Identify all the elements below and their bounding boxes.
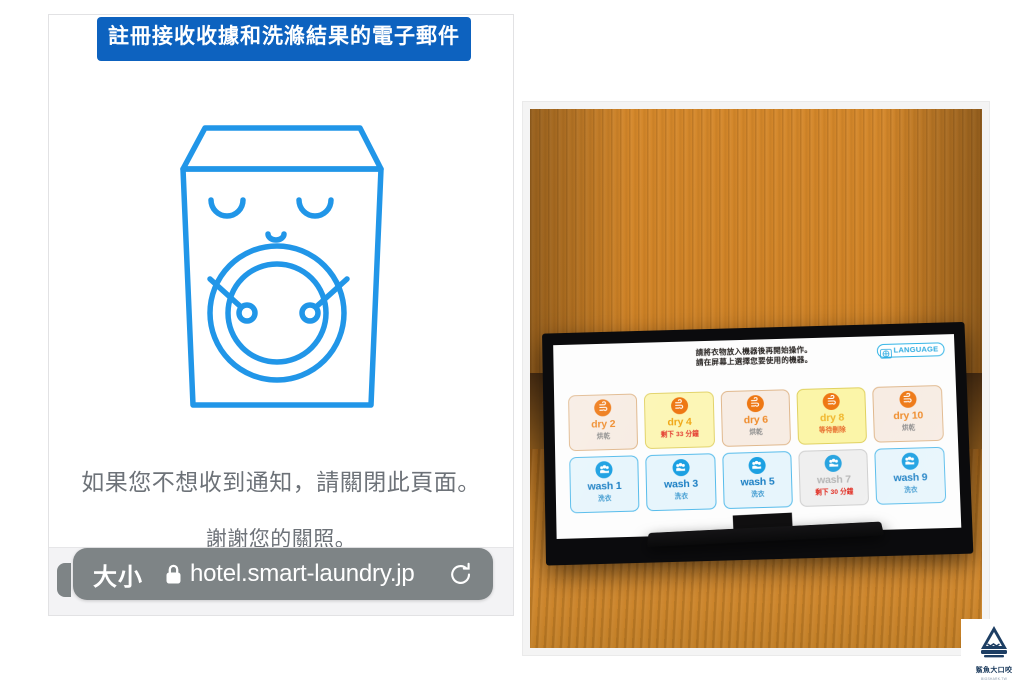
shark-logo-icon [981,626,1007,658]
dryer-heat-icon [746,395,764,413]
machine-status: 剩下 33 分鐘 [660,430,699,439]
watermark: 鯊魚大口咬 BIGSHARK.TW [961,619,1027,685]
globe-icon [879,346,891,356]
dryer-row: dry 2 烘乾 dry 4 剩下 33 分鐘 dry 6 烘乾 dry 8 等… [567,385,944,452]
machine-tile-wash-3[interactable]: wash 3 洗衣 [645,453,716,512]
machine-status: 剩下 30 分鐘 [814,488,854,497]
watermark-subtext: BIGSHARK.TW [981,677,1007,681]
kiosk-ui: 請將衣物放入機器後再開始操作。 請在屏幕上選擇您要使用的機器。 LANGUAGE… [553,334,961,540]
phone-screenshot-panel: 註冊接收收據和洗滌結果的電子郵件 如果您不想收到通知，請關閉此頁面。 謝謝您的關… [48,14,514,616]
lock-icon [165,564,182,585]
machine-tile-dry-8[interactable]: dry 8 等待刪除 [796,387,868,446]
washing-machine-mascot-icon [49,107,513,427]
notice-close-page: 如果您不想收到通知，請關閉此頁面。 [81,469,481,495]
address-bar[interactable]: 大小 hotel.smart-laundry.jp [73,548,493,600]
kiosk-instructions: 請將衣物放入機器後再開始操作。 請在屏幕上選擇您要使用的機器。 [695,345,812,369]
washer-bubbles-icon [671,459,689,477]
laundry-room-photo: 請將衣物放入機器後再開始操作。 請在屏幕上選擇您要使用的機器。 LANGUAGE… [530,109,982,648]
machine-tile-wash-5[interactable]: wash 5 洗衣 [721,451,793,510]
language-button-label: LANGUAGE [892,344,939,355]
machine-name: wash 9 [892,471,928,485]
machine-tile-dry-4[interactable]: dry 4 剩下 33 分鐘 [643,391,715,450]
language-button[interactable]: LANGUAGE [875,342,945,358]
machine-status: 烘乾 [748,429,763,437]
dryer-heat-icon [593,399,612,417]
machine-name: dry 4 [666,416,692,429]
machine-tile-dry-2[interactable]: dry 2 烘乾 [567,393,639,452]
washer-bubbles-icon [824,454,842,473]
machine-tile-wash-7[interactable]: wash 7 剩下 30 分鐘 [797,449,870,508]
washer-row: wash 1 洗衣 wash 3 洗衣 wash 5 洗衣 wash 7 剩下 … [568,446,946,514]
machine-name: wash 1 [587,480,622,493]
kiosk-screen[interactable]: 請將衣物放入機器後再開始操作。 請在屏幕上選擇您要使用的機器。 LANGUAGE… [552,333,961,540]
kiosk-photo-panel: 請將衣物放入機器後再開始操作。 請在屏幕上選擇您要使用的機器。 LANGUAGE… [522,101,990,656]
washer-bubbles-icon [595,461,613,479]
dryer-heat-icon [669,397,688,415]
text-size-button[interactable]: 大小 [93,557,143,592]
reload-icon[interactable] [449,562,473,587]
laundry-web-page: 註冊接收收據和洗滌結果的電子郵件 如果您不想收到通知，請關閉此頁面。 謝謝您的關… [49,15,513,615]
machine-name: wash 7 [816,473,851,487]
machine-grid: dry 2 烘乾 dry 4 剩下 33 分鐘 dry 6 烘乾 dry 8 等… [561,362,952,535]
kiosk-monitor: 請將衣物放入機器後再開始操作。 請在屏幕上選擇您要使用的機器。 LANGUAGE… [541,322,973,566]
machine-status: 洗衣 [674,493,688,501]
machine-name: wash 3 [663,477,698,491]
machine-tile-wash-9[interactable]: wash 9 洗衣 [874,446,946,506]
dryer-heat-icon [898,390,916,409]
adjacent-tab-edge[interactable] [57,563,71,597]
browser-toolbar: 大小 hotel.smart-laundry.jp [73,546,493,602]
machine-status: 等待刪除 [818,426,846,435]
machine-tile-wash-1[interactable]: wash 1 洗衣 [568,455,640,514]
register-email-button[interactable]: 註冊接收收據和洗滌結果的電子郵件 [97,17,471,61]
machine-status: 洗衣 [597,495,612,503]
machine-name: wash 5 [739,475,775,489]
machine-name: dry 6 [743,413,768,427]
machine-status: 烘乾 [901,424,916,433]
machine-tile-dry-6[interactable]: dry 6 烘乾 [719,389,791,448]
machine-name: dry 8 [819,411,844,425]
washer-bubbles-icon [900,452,919,471]
screenshot-canvas: 註冊接收收據和洗滌結果的電子郵件 如果您不想收到通知，請關閉此頁面。 謝謝您的關… [0,0,1027,685]
machine-tile-dry-10[interactable]: dry 10 烘乾 [872,385,944,443]
machine-name: dry 10 [892,409,923,423]
machine-status: 烘乾 [596,433,610,441]
machine-status: 洗衣 [903,486,918,495]
machine-status: 洗衣 [750,491,765,499]
dryer-heat-icon [822,392,840,411]
url-text[interactable]: hotel.smart-laundry.jp [190,560,415,588]
watermark-brand: 鯊魚大口咬 [975,667,1013,674]
machine-name: dry 2 [590,418,615,431]
washer-bubbles-icon [747,456,766,475]
